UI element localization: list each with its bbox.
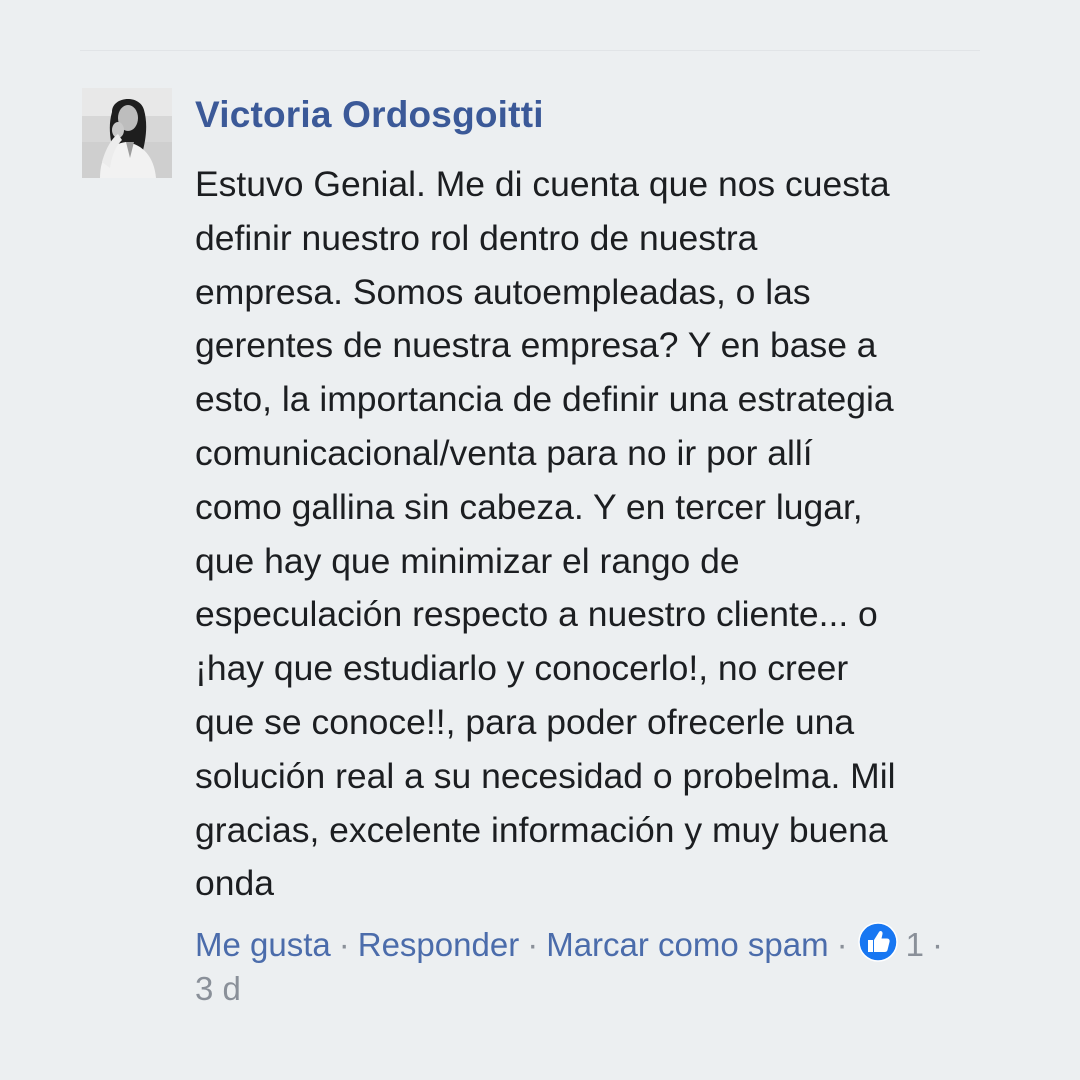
reply-button[interactable]: Responder [358, 926, 519, 963]
comment-actions: Me gusta · Responder · Marcar como spam · 1 · [195, 922, 995, 968]
comment-text: Estuvo Genial. Me di cuenta que nos cues… [195, 164, 896, 904]
author-name[interactable]: Victoria Ordosgoitti [195, 92, 1015, 138]
avatar[interactable] [82, 88, 172, 178]
separator: · [931, 926, 943, 963]
separator: · [836, 926, 848, 963]
separator: · [338, 926, 350, 963]
comment-body: Victoria Ordosgoitti Estuvo Genial. Me d… [195, 92, 1015, 911]
mark-as-spam-button[interactable]: Marcar como spam [546, 926, 828, 963]
timestamp[interactable]: 3 d [195, 966, 241, 1012]
profile-photo-icon [82, 88, 172, 178]
thumbs-up-icon[interactable] [857, 922, 898, 962]
comment: Victoria Ordosgoitti Estuvo Genial. Me d… [0, 0, 1080, 1080]
separator: · [527, 926, 539, 963]
reaction-count[interactable]: 1 [906, 926, 924, 963]
like-button[interactable]: Me gusta [195, 926, 331, 963]
